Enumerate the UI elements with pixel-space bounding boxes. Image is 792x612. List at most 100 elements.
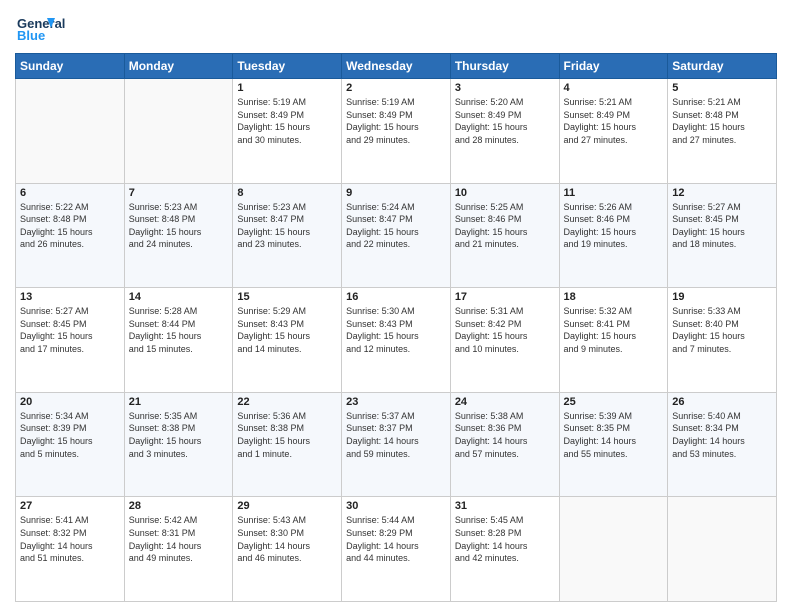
day-number: 28 bbox=[129, 500, 229, 512]
day-info: Sunrise: 5:45 AM Sunset: 8:28 PM Dayligh… bbox=[455, 514, 555, 564]
day-info: Sunrise: 5:24 AM Sunset: 8:47 PM Dayligh… bbox=[346, 201, 446, 251]
calendar-cell: 21Sunrise: 5:35 AM Sunset: 8:38 PM Dayli… bbox=[124, 392, 233, 497]
day-info: Sunrise: 5:28 AM Sunset: 8:44 PM Dayligh… bbox=[129, 305, 229, 355]
day-number: 29 bbox=[237, 500, 337, 512]
calendar-cell: 27 Sunrise: 5:41 AM Sunset: 8:32 PM Dayli… bbox=[16, 497, 125, 602]
day-number: 6 bbox=[20, 187, 120, 199]
day-info: Sunrise: 5:34 AM Sunset: 8:39 PM Dayligh… bbox=[20, 410, 120, 460]
day-info: Sunrise: 5:29 AM Sunset: 8:43 PM Dayligh… bbox=[237, 305, 337, 355]
day-info: Sunrise: 5:44 AM Sunset: 8:29 PM Dayligh… bbox=[346, 514, 446, 564]
day-number: 8 bbox=[237, 187, 337, 199]
calendar-cell: 18 Sunrise: 5:32 AM Sunset: 8:41 PM Dayli… bbox=[559, 288, 668, 393]
logo-icon: General Blue bbox=[15, 10, 85, 45]
day-number: 7 bbox=[129, 187, 229, 199]
calendar-cell: 16Sunrise: 5:30 AM Sunset: 8:43 PM Dayli… bbox=[342, 288, 451, 393]
day-info: Sunrise: 5:41 AM Sunset: 8:32 PM Dayligh… bbox=[20, 514, 120, 564]
day-number: 25 bbox=[564, 396, 664, 408]
day-number: 20 bbox=[20, 396, 120, 408]
day-number: 1 bbox=[237, 82, 337, 94]
day-number: 3 bbox=[455, 82, 555, 94]
calendar-cell: 20 Sunrise: 5:34 AM Sunset: 8:39 PM Dayli… bbox=[16, 392, 125, 497]
calendar-cell: 28 Sunrise: 5:42 AM Sunset: 8:31 PM Dayli… bbox=[124, 497, 233, 602]
day-number: 11 bbox=[564, 187, 664, 199]
calendar-cell: 14 Sunrise: 5:28 AM Sunset: 8:44 PM Dayli… bbox=[124, 288, 233, 393]
day-info: Sunrise: 5:38 AM Sunset: 8:36 PM Dayligh… bbox=[455, 410, 555, 460]
calendar-cell bbox=[668, 497, 777, 602]
day-info: Sunrise: 5:20 AM Sunset: 8:49 PM Dayligh… bbox=[455, 96, 555, 146]
weekday-header-monday: Monday bbox=[124, 54, 233, 79]
day-info: Sunrise: 5:22 AM Sunset: 8:48 PM Dayligh… bbox=[20, 201, 120, 251]
weekday-header-tuesday: Tuesday bbox=[233, 54, 342, 79]
calendar-table: SundayMondayTuesdayWednesdayThursdayFrid… bbox=[15, 53, 777, 602]
day-info: Sunrise: 5:39 AM Sunset: 8:35 PM Dayligh… bbox=[564, 410, 664, 460]
weekday-header-thursday: Thursday bbox=[450, 54, 559, 79]
calendar-cell: 17 Sunrise: 5:31 AM Sunset: 8:42 PM Dayli… bbox=[450, 288, 559, 393]
calendar-cell bbox=[124, 79, 233, 184]
calendar-week-row: 1 Sunrise: 5:19 AM Sunset: 8:49 PM Daylig… bbox=[16, 79, 777, 184]
day-number: 18 bbox=[564, 291, 664, 303]
day-number: 16 bbox=[346, 291, 446, 303]
day-info: Sunrise: 5:23 AM Sunset: 8:48 PM Dayligh… bbox=[129, 201, 229, 251]
calendar-cell: 31 Sunrise: 5:45 AM Sunset: 8:28 PM Dayli… bbox=[450, 497, 559, 602]
day-number: 26 bbox=[672, 396, 772, 408]
day-info: Sunrise: 5:37 AM Sunset: 8:37 PM Dayligh… bbox=[346, 410, 446, 460]
logo: General Blue bbox=[15, 10, 85, 45]
calendar-cell: 8 Sunrise: 5:23 AM Sunset: 8:47 PM Daylig… bbox=[233, 183, 342, 288]
calendar-cell bbox=[16, 79, 125, 184]
day-number: 30 bbox=[346, 500, 446, 512]
calendar-cell: 22Sunrise: 5:36 AM Sunset: 8:38 PM Dayli… bbox=[233, 392, 342, 497]
calendar-cell: 30 Sunrise: 5:44 AM Sunset: 8:29 PM Dayli… bbox=[342, 497, 451, 602]
day-number: 24 bbox=[455, 396, 555, 408]
calendar-cell: 25 Sunrise: 5:39 AM Sunset: 8:35 PM Dayli… bbox=[559, 392, 668, 497]
calendar-page: General Blue SundayMondayTuesdayWednesda… bbox=[0, 0, 792, 612]
calendar-cell: 11 Sunrise: 5:26 AM Sunset: 8:46 PM Dayli… bbox=[559, 183, 668, 288]
day-info: Sunrise: 5:32 AM Sunset: 8:41 PM Dayligh… bbox=[564, 305, 664, 355]
calendar-cell: 15 Sunrise: 5:29 AM Sunset: 8:43 PM Dayli… bbox=[233, 288, 342, 393]
calendar-week-row: 13 Sunrise: 5:27 AM Sunset: 8:45 PM Dayli… bbox=[16, 288, 777, 393]
day-info: Sunrise: 5:31 AM Sunset: 8:42 PM Dayligh… bbox=[455, 305, 555, 355]
calendar-cell: 6 Sunrise: 5:22 AM Sunset: 8:48 PM Daylig… bbox=[16, 183, 125, 288]
day-info: Sunrise: 5:21 AM Sunset: 8:49 PM Dayligh… bbox=[564, 96, 664, 146]
day-number: 2 bbox=[346, 82, 446, 94]
calendar-week-row: 27 Sunrise: 5:41 AM Sunset: 8:32 PM Dayli… bbox=[16, 497, 777, 602]
day-info: Sunrise: 5:42 AM Sunset: 8:31 PM Dayligh… bbox=[129, 514, 229, 564]
calendar-cell: 2Sunrise: 5:19 AM Sunset: 8:49 PM Daylig… bbox=[342, 79, 451, 184]
calendar-cell bbox=[559, 497, 668, 602]
calendar-cell: 19Sunrise: 5:33 AM Sunset: 8:40 PM Dayli… bbox=[668, 288, 777, 393]
day-number: 13 bbox=[20, 291, 120, 303]
day-info: Sunrise: 5:43 AM Sunset: 8:30 PM Dayligh… bbox=[237, 514, 337, 564]
day-info: Sunrise: 5:25 AM Sunset: 8:46 PM Dayligh… bbox=[455, 201, 555, 251]
svg-text:Blue: Blue bbox=[17, 28, 45, 43]
day-info: Sunrise: 5:27 AM Sunset: 8:45 PM Dayligh… bbox=[20, 305, 120, 355]
calendar-cell: 9Sunrise: 5:24 AM Sunset: 8:47 PM Daylig… bbox=[342, 183, 451, 288]
day-info: Sunrise: 5:19 AM Sunset: 8:49 PM Dayligh… bbox=[237, 96, 337, 146]
weekday-header-saturday: Saturday bbox=[668, 54, 777, 79]
day-number: 27 bbox=[20, 500, 120, 512]
day-info: Sunrise: 5:40 AM Sunset: 8:34 PM Dayligh… bbox=[672, 410, 772, 460]
day-number: 15 bbox=[237, 291, 337, 303]
day-info: Sunrise: 5:26 AM Sunset: 8:46 PM Dayligh… bbox=[564, 201, 664, 251]
weekday-header-wednesday: Wednesday bbox=[342, 54, 451, 79]
calendar-cell: 1 Sunrise: 5:19 AM Sunset: 8:49 PM Daylig… bbox=[233, 79, 342, 184]
day-number: 17 bbox=[455, 291, 555, 303]
day-number: 5 bbox=[672, 82, 772, 94]
day-number: 21 bbox=[129, 396, 229, 408]
day-info: Sunrise: 5:36 AM Sunset: 8:38 PM Dayligh… bbox=[237, 410, 337, 460]
weekday-header-row: SundayMondayTuesdayWednesdayThursdayFrid… bbox=[16, 54, 777, 79]
calendar-cell: 26 Sunrise: 5:40 AM Sunset: 8:34 PM Dayli… bbox=[668, 392, 777, 497]
calendar-cell: 7 Sunrise: 5:23 AM Sunset: 8:48 PM Daylig… bbox=[124, 183, 233, 288]
day-number: 31 bbox=[455, 500, 555, 512]
day-info: Sunrise: 5:21 AM Sunset: 8:48 PM Dayligh… bbox=[672, 96, 772, 146]
day-info: Sunrise: 5:27 AM Sunset: 8:45 PM Dayligh… bbox=[672, 201, 772, 251]
calendar-cell: 5 Sunrise: 5:21 AM Sunset: 8:48 PM Daylig… bbox=[668, 79, 777, 184]
calendar-week-row: 20 Sunrise: 5:34 AM Sunset: 8:39 PM Dayli… bbox=[16, 392, 777, 497]
weekday-header-friday: Friday bbox=[559, 54, 668, 79]
day-info: Sunrise: 5:23 AM Sunset: 8:47 PM Dayligh… bbox=[237, 201, 337, 251]
calendar-cell: 24 Sunrise: 5:38 AM Sunset: 8:36 PM Dayli… bbox=[450, 392, 559, 497]
calendar-cell: 3 Sunrise: 5:20 AM Sunset: 8:49 PM Daylig… bbox=[450, 79, 559, 184]
day-number: 14 bbox=[129, 291, 229, 303]
day-number: 4 bbox=[564, 82, 664, 94]
calendar-cell: 13 Sunrise: 5:27 AM Sunset: 8:45 PM Dayli… bbox=[16, 288, 125, 393]
day-number: 12 bbox=[672, 187, 772, 199]
day-number: 19 bbox=[672, 291, 772, 303]
